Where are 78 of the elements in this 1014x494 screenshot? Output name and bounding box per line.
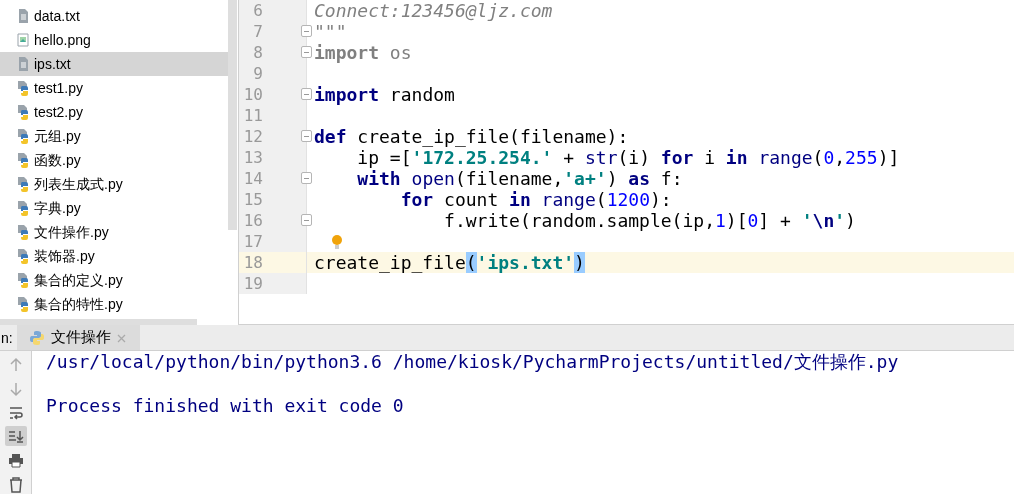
scrollbar-thumb[interactable]	[0, 319, 197, 325]
line-number: 12	[242, 125, 263, 148]
python-file-icon	[16, 176, 30, 192]
line-number: 9	[252, 62, 263, 85]
file-name: 元组.py	[34, 126, 81, 146]
file-tree-item[interactable]: test1.py	[0, 76, 228, 100]
file-name: ips.txt	[34, 54, 71, 74]
text-file-icon	[16, 8, 30, 24]
text-file-icon	[16, 56, 30, 72]
line-number: 10	[242, 83, 263, 106]
line-number: 6	[252, 0, 263, 22]
file-tree-item[interactable]: 装饰器.py	[0, 244, 228, 268]
file-tree-item[interactable]: data.txt	[0, 4, 228, 28]
lightbulb-icon[interactable]	[332, 234, 342, 250]
file-name: 字典.py	[34, 198, 81, 218]
fold-marker-icon[interactable]	[301, 25, 312, 37]
python-file-icon	[16, 200, 30, 216]
line-number: 19	[242, 272, 263, 295]
file-name: 集合的定义.py	[34, 270, 123, 290]
line-number: 16	[242, 209, 263, 232]
run-tab[interactable]: 文件操作	[16, 325, 140, 350]
code-line: create_ip_file('ips.txt')	[314, 252, 585, 273]
file-name: 集合的特性.py	[34, 294, 123, 314]
console-output-line: Process finished with exit code 0	[46, 395, 405, 417]
python-file-icon	[16, 104, 30, 120]
line-number: 13	[242, 146, 263, 169]
python-file-icon	[16, 128, 30, 144]
code-line: for count in range(1200):	[399, 189, 672, 210]
file-name: 列表生成式.py	[34, 174, 123, 194]
file-tree-item[interactable]: 集合的特性.py	[0, 292, 228, 316]
fold-marker-icon[interactable]	[301, 214, 312, 226]
scroll-to-end-icon[interactable]	[4, 426, 27, 447]
line-number: 11	[242, 104, 263, 127]
image-file-icon	[16, 32, 30, 48]
python-file-icon	[16, 248, 30, 264]
python-icon	[28, 329, 45, 346]
code-line: f.write(random.sample(ip,1)[0] + '\n')	[443, 210, 856, 231]
code-line: import os	[314, 42, 412, 63]
code-line: """	[314, 21, 347, 42]
console-output-line: /usr/local/python/bin/python3.6 /home/kiosk/PycharmProjects/untitled/文件操作.py	[46, 351, 900, 373]
python-file-icon	[16, 80, 30, 96]
file-tree-item[interactable]: ips.txt	[0, 52, 228, 76]
file-name: test1.py	[34, 78, 84, 98]
file-tree-item[interactable]: 字典.py	[0, 196, 228, 220]
line-number: 7	[252, 20, 263, 43]
file-name: hello.png	[34, 30, 91, 50]
python-file-icon	[16, 224, 30, 240]
code-line: Connect:123456@ljz.com	[314, 0, 553, 21]
fold-marker-icon[interactable]	[301, 88, 312, 100]
fold-marker-icon[interactable]	[301, 172, 312, 184]
code-line: with open(filename,'a+') as f:	[356, 168, 683, 189]
code-line: def create_ip_file(filename):	[314, 126, 629, 147]
line-number: 15	[242, 188, 263, 211]
python-file-icon	[16, 272, 30, 288]
file-name: test2.py	[34, 102, 84, 122]
file-tree-item[interactable]: test2.py	[0, 100, 228, 124]
fold-marker-icon[interactable]	[301, 46, 312, 58]
file-name: data.txt	[34, 6, 80, 26]
file-tree-item[interactable]: 列表生成式.py	[0, 172, 228, 196]
code-line: ip =['172.25.254.' + str(i) for i in range(0,255)]	[356, 147, 900, 168]
file-tree-item[interactable]: 元组.py	[0, 124, 228, 148]
line-number: 17	[242, 230, 263, 253]
file-tree-item[interactable]: 函数.py	[0, 148, 228, 172]
fold-marker-icon[interactable]	[301, 130, 312, 142]
file-name: 装饰器.py	[34, 246, 95, 266]
panel-label: n:	[0, 329, 14, 348]
file-name: 函数.py	[34, 150, 81, 170]
line-number: 8	[252, 41, 263, 64]
scrollbar-thumb[interactable]	[228, 0, 237, 230]
line-number: 14	[242, 167, 263, 190]
file-tree-item[interactable]: 文件操作.py	[0, 220, 228, 244]
file-name: 文件操作.py	[34, 222, 109, 242]
line-number: 18	[242, 251, 263, 274]
python-file-icon	[16, 296, 30, 312]
python-file-icon	[16, 152, 30, 168]
code-line: import random	[314, 84, 455, 105]
file-tree-item[interactable]: hello.png	[0, 28, 228, 52]
file-tree-item[interactable]: 集合的定义.py	[0, 268, 228, 292]
